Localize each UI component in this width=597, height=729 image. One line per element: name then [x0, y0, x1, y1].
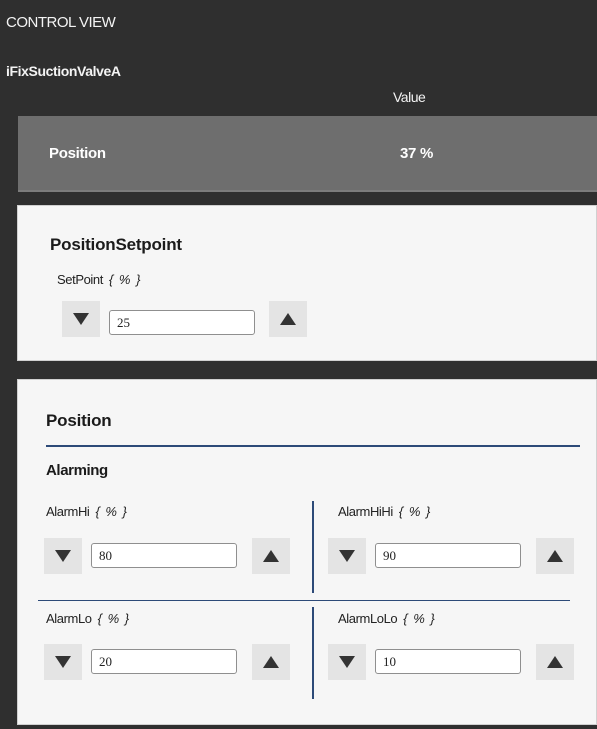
- value-column-header: Value: [393, 89, 426, 105]
- alarm-hihi-unit: { % }: [398, 504, 432, 519]
- alarm-hihi-increment-button[interactable]: [536, 538, 574, 574]
- alarm-hihi-label: AlarmHiHi { % }: [338, 504, 431, 519]
- alarm-lolo-input[interactable]: [375, 649, 521, 674]
- position-card-title: Position: [46, 411, 112, 430]
- triangle-up-icon: [547, 656, 563, 668]
- alarm-hi-decrement-button[interactable]: [44, 538, 82, 574]
- alarm-lo-unit: { % }: [97, 611, 131, 626]
- control-view-title: CONTROL VIEW: [6, 14, 116, 31]
- alarm-lo-input[interactable]: [91, 649, 237, 674]
- triangle-down-icon: [339, 550, 355, 562]
- title-divider: [46, 445, 580, 447]
- triangle-down-icon: [73, 313, 89, 325]
- triangle-up-icon: [280, 313, 296, 325]
- setpoint-label-text: SetPoint: [57, 272, 103, 287]
- alarming-section-label: Alarming: [46, 462, 108, 479]
- triangle-up-icon: [263, 656, 279, 668]
- setpoint-decrement-button[interactable]: [62, 301, 100, 337]
- triangle-down-icon: [339, 656, 355, 668]
- triangle-down-icon: [55, 656, 71, 668]
- alarm-hi-label: AlarmHi { % }: [46, 504, 128, 519]
- alarm-lo-decrement-button[interactable]: [44, 644, 82, 680]
- alarm-hihi-input[interactable]: [375, 543, 521, 568]
- alarm-hihi-label-text: AlarmHiHi: [338, 504, 393, 519]
- alarm-lolo-label-text: AlarmLoLo: [338, 611, 398, 626]
- alarm-lolo-unit: { % }: [403, 611, 436, 626]
- alarm-lolo-label: AlarmLoLo { % }: [338, 611, 436, 626]
- alarm-hihi-decrement-button[interactable]: [328, 538, 366, 574]
- position-value-row: Position 37 %: [18, 116, 597, 192]
- position-alarm-card: Position Alarming AlarmHi { % } AlarmHiHi…: [17, 379, 597, 725]
- alarm-hi-label-text: AlarmHi: [46, 504, 90, 519]
- alarm-column-divider-top: [312, 501, 314, 593]
- setpoint-card-title: PositionSetpoint: [50, 235, 182, 254]
- triangle-up-icon: [547, 550, 563, 562]
- setpoint-increment-button[interactable]: [269, 301, 307, 337]
- setpoint-input[interactable]: [109, 310, 255, 335]
- alarm-row-divider: [38, 600, 570, 601]
- alarm-lolo-increment-button[interactable]: [536, 644, 574, 680]
- triangle-down-icon: [55, 550, 71, 562]
- setpoint-unit: { % }: [108, 272, 142, 287]
- alarm-column-divider-bottom: [312, 607, 314, 699]
- setpoint-card: PositionSetpoint SetPoint { % }: [17, 205, 597, 361]
- alarm-lo-increment-button[interactable]: [252, 644, 290, 680]
- position-value: 37 %: [400, 145, 433, 162]
- triangle-up-icon: [263, 550, 279, 562]
- alarm-hi-input[interactable]: [91, 543, 237, 568]
- alarm-hi-unit: { % }: [95, 504, 128, 519]
- alarm-hi-increment-button[interactable]: [252, 538, 290, 574]
- position-label: Position: [49, 145, 106, 162]
- alarm-lolo-decrement-button[interactable]: [328, 644, 366, 680]
- setpoint-field-label: SetPoint { % }: [57, 272, 141, 287]
- alarm-lo-label-text: AlarmLo: [46, 611, 92, 626]
- alarm-lo-label: AlarmLo { % }: [46, 611, 130, 626]
- tag-name: iFixSuctionValveA: [6, 63, 121, 79]
